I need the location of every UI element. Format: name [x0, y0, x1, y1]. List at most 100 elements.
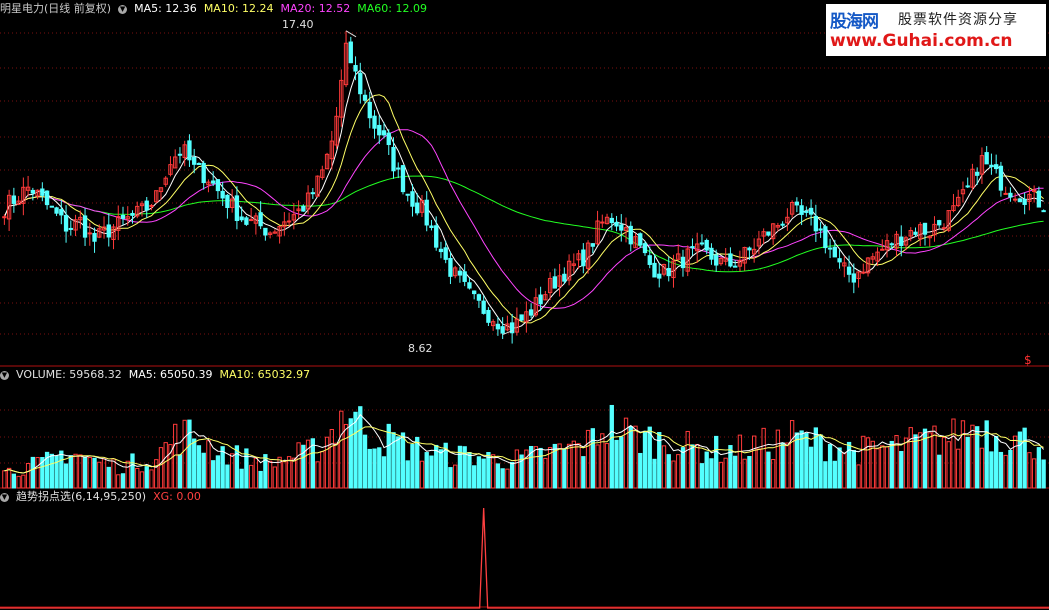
- volume-bar: [714, 435, 719, 489]
- candle-down: [372, 115, 377, 129]
- volume-bar: [59, 450, 64, 489]
- candle-down: [301, 205, 306, 212]
- volume-bar: [566, 443, 572, 489]
- volume-bar: [638, 452, 643, 489]
- candle-down: [244, 217, 249, 225]
- volume-bar: [419, 460, 425, 489]
- candle-down: [922, 222, 928, 235]
- candle-down: [500, 326, 505, 334]
- volume-bar: [842, 452, 847, 489]
- candle-down: [832, 246, 837, 258]
- volume-bar: [789, 420, 795, 489]
- candle-down: [30, 189, 36, 194]
- volume-bar: [429, 455, 434, 489]
- volume-bar: [211, 460, 216, 489]
- volume-bar: [2, 470, 7, 489]
- candle-down: [234, 195, 240, 221]
- candle-down: [44, 190, 50, 206]
- volume-bar: [30, 456, 36, 489]
- volume-bar: [229, 453, 235, 489]
- candle-down: [434, 225, 439, 248]
- logo-slogan: 股票软件资源分享: [898, 12, 1018, 28]
- ma20-line: [3, 129, 1044, 309]
- volume-bar: [1008, 449, 1013, 489]
- candle-down: [851, 273, 856, 283]
- candle-down: [552, 276, 558, 289]
- candle-down: [476, 294, 482, 301]
- volume-bar: [339, 410, 344, 489]
- volume-bar: [381, 456, 387, 489]
- candle-up: [600, 221, 605, 224]
- candle-down: [519, 314, 524, 321]
- volume-bar: [54, 455, 59, 489]
- volume-bar: [495, 463, 501, 489]
- volume-bar: [756, 448, 762, 489]
- volume-bar: [770, 459, 776, 489]
- volume-bar: [628, 426, 633, 489]
- volume-bar: [785, 442, 790, 489]
- candle-down: [1008, 192, 1013, 198]
- volume-bar: [533, 446, 539, 489]
- candle-up: [880, 248, 885, 251]
- candle-down: [59, 209, 64, 216]
- volume-bar: [1012, 435, 1018, 489]
- high-price-label: 17.40: [282, 18, 314, 31]
- volume-bar: [571, 440, 576, 489]
- ma5-label: MA5: 12.36: [134, 2, 197, 15]
- volume-bar: [775, 429, 781, 489]
- volume-bar: [994, 435, 999, 489]
- candle-down: [989, 164, 994, 168]
- volume-ma5-polyline: [4, 413, 1044, 474]
- candle-down: [462, 271, 467, 282]
- volume-bar: [633, 425, 638, 489]
- candle-up: [286, 220, 292, 223]
- stock-label[interactable]: 明星电力(日线 前复权): [0, 2, 111, 15]
- volume-bar: [595, 444, 600, 489]
- volume-bar: [960, 420, 966, 489]
- volume-bar: [467, 452, 472, 489]
- candle-down: [913, 231, 918, 235]
- candle-down: [614, 222, 619, 227]
- xg-signal-line: [0, 507, 1049, 609]
- volume-bar: [324, 436, 330, 489]
- volume-bar: [604, 443, 610, 489]
- candle-down: [120, 214, 126, 219]
- volume-bar: [177, 454, 183, 489]
- candle-down: [846, 266, 852, 275]
- volume-bar: [619, 436, 624, 489]
- volume-bar: [804, 433, 809, 489]
- volume-bar: [832, 460, 837, 489]
- candle-down: [310, 192, 315, 195]
- ma60-line: [3, 175, 1044, 273]
- ma10-polyline: [3, 94, 1044, 324]
- volume-ma-lines: [4, 413, 1044, 474]
- volume-bar: [899, 451, 904, 489]
- candle-down: [362, 94, 368, 101]
- candle-down: [472, 290, 477, 295]
- dropdown-icon[interactable]: ▼: [0, 492, 9, 502]
- volume-bar: [747, 455, 752, 489]
- corner-mark[interactable]: $: [1024, 352, 1032, 368]
- candle-down: [813, 215, 819, 232]
- candle-down: [657, 273, 662, 279]
- volume-bar: [614, 439, 619, 489]
- indicator-title: 趋势拐点选(6,14,95,250): [16, 490, 147, 503]
- volume-bar: [377, 447, 382, 489]
- candle-down: [239, 216, 244, 221]
- volume-bar: [543, 457, 548, 489]
- candle-down: [638, 233, 643, 246]
- volume-bar: [267, 460, 273, 489]
- volume-bar: [562, 448, 567, 489]
- volume-bar: [362, 434, 368, 489]
- volume-bar: [946, 441, 951, 489]
- dropdown-icon[interactable]: ▼: [118, 4, 128, 14]
- volume-bar: [49, 453, 54, 489]
- volume-bar: [73, 453, 78, 489]
- candle-down: [49, 205, 54, 208]
- volume-bar: [68, 455, 73, 489]
- candle-down: [728, 253, 733, 267]
- candle-down: [11, 195, 17, 204]
- candle-down: [562, 273, 567, 282]
- dropdown-icon[interactable]: ▼: [0, 370, 9, 380]
- volume-bar: [315, 461, 320, 489]
